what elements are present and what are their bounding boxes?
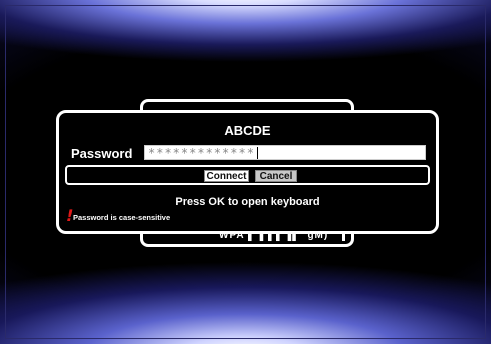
cancel-button[interactable]: Cancel	[255, 170, 297, 182]
keyboard-hint: Press OK to open keyboard	[175, 196, 320, 208]
password-value: *************	[148, 146, 255, 160]
network-name-title: ABCDE	[224, 123, 271, 138]
password-label: Password	[71, 146, 133, 161]
password-dialog: ABCDE Password ************* Connect Can…	[56, 110, 439, 234]
case-sensitive-warning: Password is case-sensitive	[73, 213, 171, 222]
button-bar: Connect Cancel	[65, 165, 430, 185]
password-field[interactable]: *************	[144, 145, 426, 160]
connect-button[interactable]: Connect	[204, 170, 249, 182]
text-cursor	[257, 147, 258, 159]
